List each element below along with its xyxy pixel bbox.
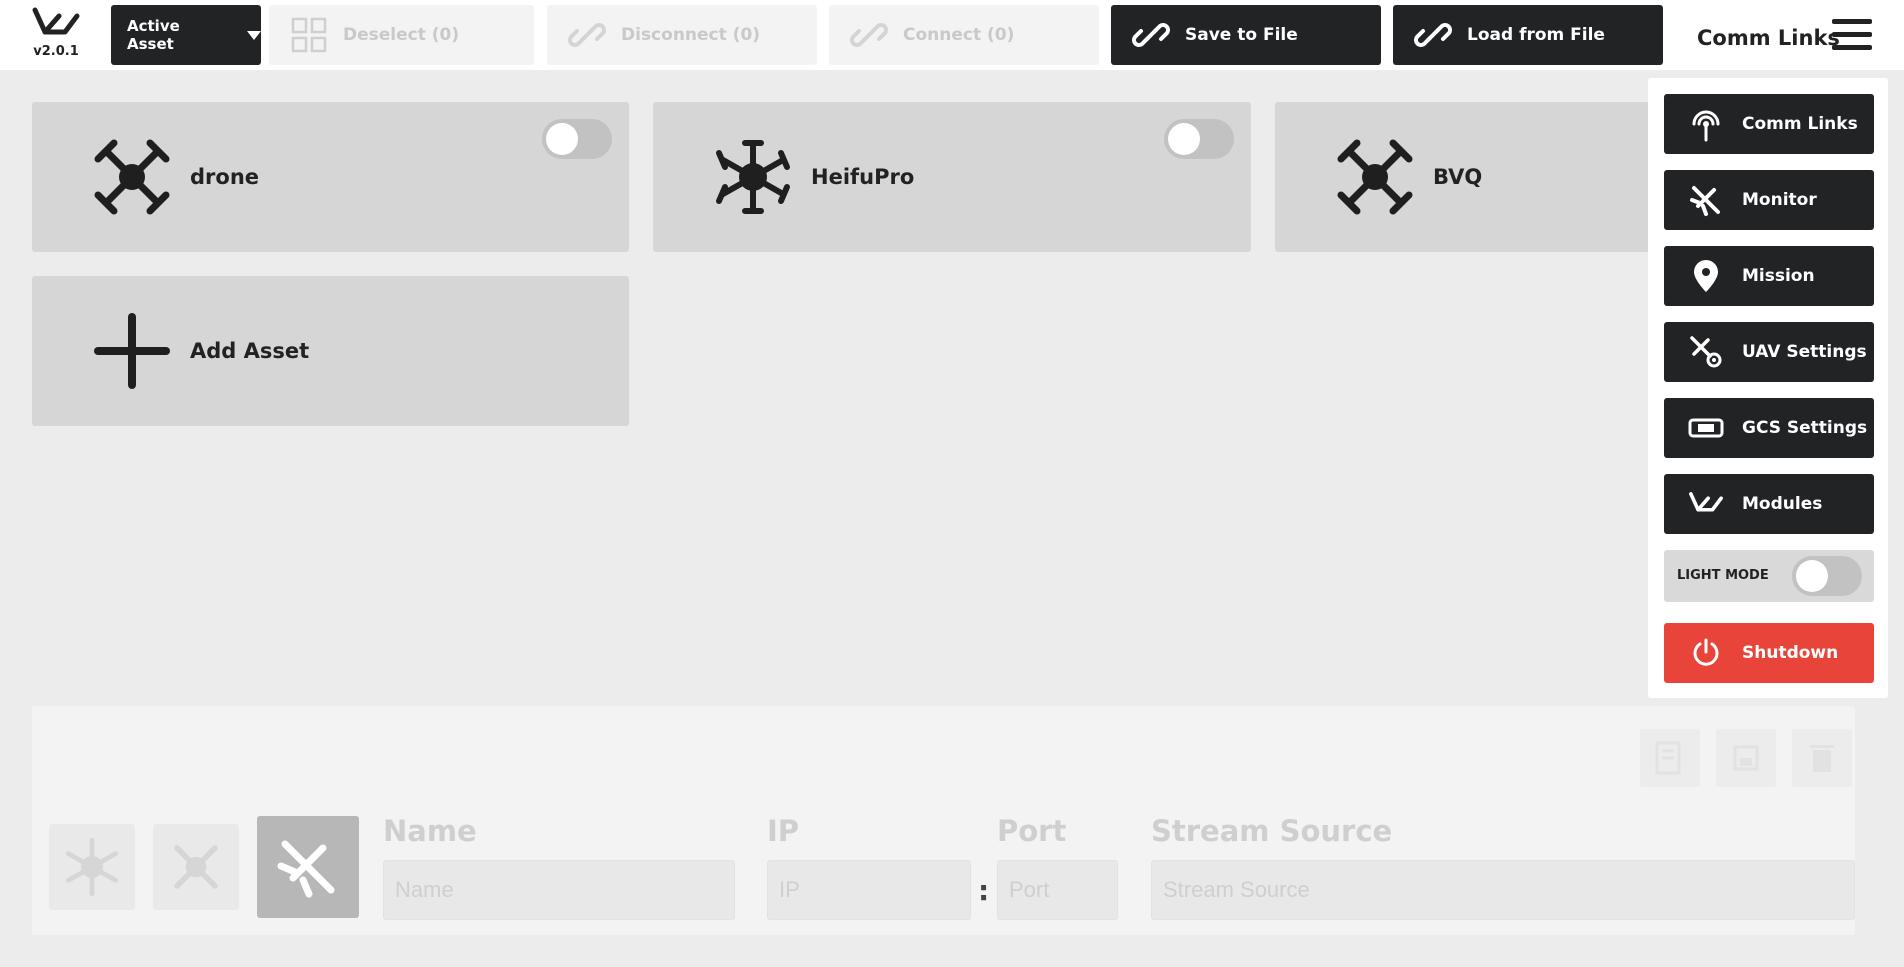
link-icon (849, 15, 889, 55)
link-icon (1413, 15, 1453, 55)
menu-item-mission[interactable]: Mission (1664, 246, 1874, 306)
asset-card-drone[interactable]: drone (32, 102, 629, 252)
link-icon (567, 15, 607, 55)
app-logo: v2.0.1 (28, 6, 84, 66)
asset-enable-toggle[interactable] (542, 119, 612, 159)
asset-name: HeifuPro (811, 165, 915, 189)
menu-item-comm-links[interactable]: Comm Links (1664, 94, 1874, 154)
save-to-file-label: Save to File (1185, 25, 1298, 45)
asset-card-heifupro[interactable]: HeifuPro (653, 102, 1251, 252)
grid-icon (289, 15, 329, 55)
modules-logo-icon (1688, 486, 1724, 522)
plane-type-option[interactable] (257, 816, 359, 918)
menu-item-label: UAV Settings (1742, 342, 1867, 362)
monitor-plane-icon (1688, 182, 1724, 218)
name-field-label: Name (383, 814, 477, 848)
quadcopter-icon (174, 845, 218, 889)
stream-source-field-label: Stream Source (1151, 814, 1393, 848)
active-asset-label: Active Asset (127, 17, 180, 53)
quadcopter-icon (94, 139, 170, 215)
light-mode-toggle[interactable] (1792, 556, 1862, 596)
ip-field-label: IP (767, 814, 800, 848)
connect-label: Connect (0) (903, 25, 1015, 45)
active-asset-dropdown[interactable]: Active Asset (111, 5, 261, 65)
side-menu: Comm Links Monitor Mission UAV Settings … (1648, 78, 1888, 698)
save-icon[interactable] (1716, 729, 1776, 787)
menu-item-monitor[interactable]: Monitor (1664, 170, 1874, 230)
menu-item-gcs-settings[interactable]: GCS Settings (1664, 398, 1874, 458)
top-bar: v2.0.1 Active Asset Deselect (0) Disconn… (0, 0, 1904, 70)
deselect-button[interactable]: Deselect (0) (269, 5, 534, 65)
asset-editor-panel: Name Name IP IP : Port Port Stream Sourc… (32, 706, 1855, 935)
load-from-file-label: Load from File (1467, 25, 1605, 45)
menu-item-label: GCS Settings (1742, 418, 1868, 438)
logo-icon (32, 7, 80, 35)
port-input[interactable]: Port (997, 860, 1118, 920)
light-mode-label: LIGHT MODE (1677, 568, 1769, 583)
menu-item-label: Modules (1742, 494, 1823, 514)
map-pin-icon (1688, 258, 1724, 294)
asset-name: BVQ (1433, 165, 1483, 189)
hexacopter-icon (715, 139, 791, 215)
name-input[interactable]: Name (383, 860, 735, 920)
shutdown-label: Shutdown (1742, 643, 1839, 663)
stream-source-input[interactable]: Stream Source (1151, 860, 1855, 920)
current-page-title: Comm Links (1697, 26, 1840, 50)
ip-port-separator: : (978, 874, 990, 907)
plane-icon (277, 840, 335, 898)
quadcopter-type-option[interactable] (153, 824, 239, 910)
ip-input[interactable]: IP (767, 860, 971, 920)
deselect-label: Deselect (0) (343, 25, 460, 45)
asset-name: drone (190, 165, 260, 189)
save-to-file-button[interactable]: Save to File (1111, 5, 1381, 65)
hexacopter-icon (65, 837, 119, 897)
menu-item-label: Comm Links (1742, 114, 1858, 134)
port-field-label: Port (997, 814, 1067, 848)
antenna-icon (1688, 106, 1724, 142)
hamburger-menu-icon[interactable] (1832, 19, 1872, 55)
disconnect-label: Disconnect (0) (621, 25, 761, 45)
menu-item-label: Monitor (1742, 190, 1817, 210)
edit-file-icon[interactable] (1640, 729, 1700, 787)
disconnect-button[interactable]: Disconnect (0) (547, 5, 817, 65)
shutdown-button[interactable]: Shutdown (1664, 623, 1874, 683)
menu-item-label: Mission (1742, 266, 1815, 286)
menu-item-modules[interactable]: Modules (1664, 474, 1874, 534)
quadcopter-icon (1337, 139, 1413, 215)
add-asset-card[interactable]: Add Asset (32, 276, 629, 426)
light-mode-row: LIGHT MODE (1664, 550, 1874, 602)
app-version: v2.0.1 (33, 44, 79, 59)
uav-settings-icon (1688, 334, 1724, 370)
load-from-file-button[interactable]: Load from File (1393, 5, 1663, 65)
connect-button[interactable]: Connect (0) (829, 5, 1099, 65)
link-icon (1131, 15, 1171, 55)
asset-enable-toggle[interactable] (1164, 119, 1234, 159)
hexacopter-type-option[interactable] (49, 824, 135, 910)
power-icon (1688, 635, 1724, 671)
asset-card-bvq[interactable]: BVQ (1275, 102, 1675, 252)
add-asset-label: Add Asset (190, 339, 310, 363)
caret-down-icon (247, 30, 261, 40)
gcs-controller-icon (1688, 410, 1724, 446)
menu-item-uav-settings[interactable]: UAV Settings (1664, 322, 1874, 382)
plus-icon (94, 313, 170, 389)
trash-icon[interactable] (1792, 729, 1852, 787)
